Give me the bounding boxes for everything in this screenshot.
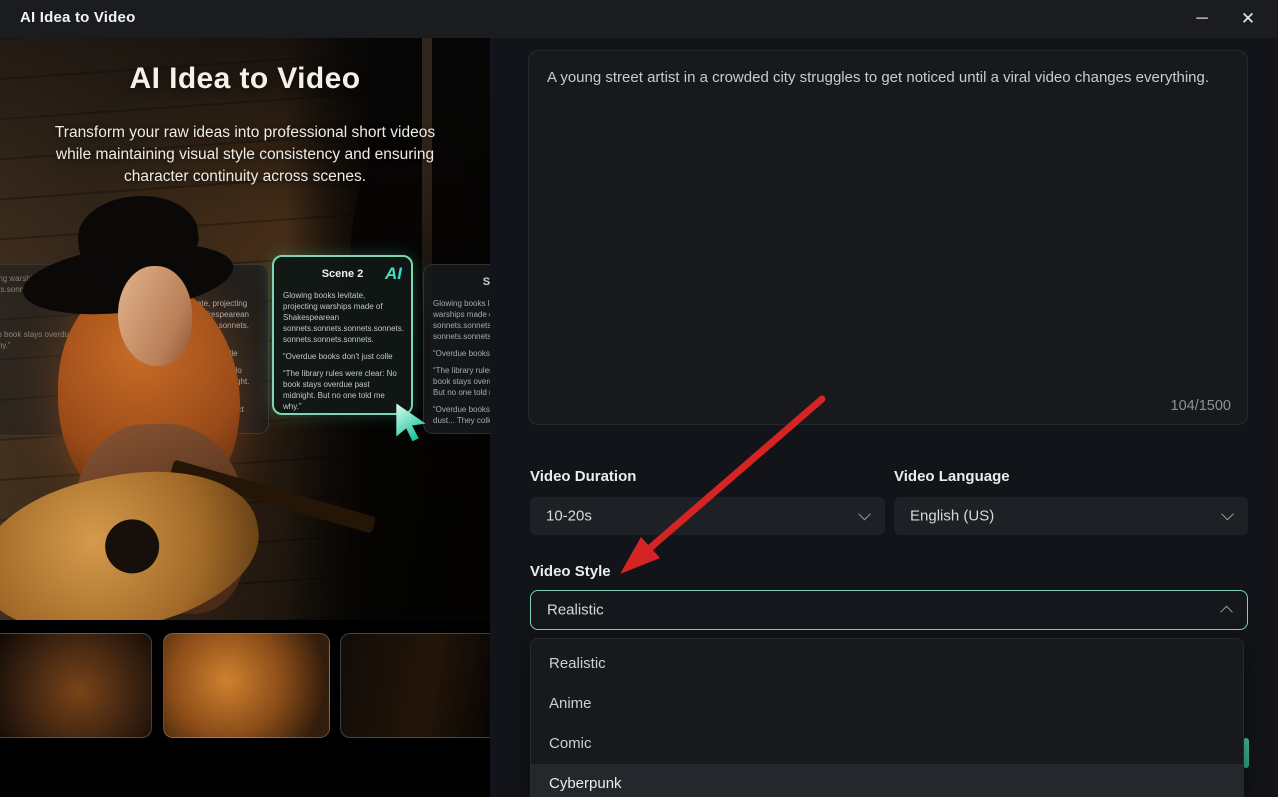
hero-subtitle: Transform your raw ideas into profession… xyxy=(54,124,436,185)
video-duration-select[interactable]: 10-20s xyxy=(530,497,885,535)
scene-card-2-selected[interactable]: AI Scene 2 Glowing books levitate, proje… xyxy=(272,255,413,415)
preview-thumbnail-3[interactable] xyxy=(340,633,490,738)
dropdown-option-anime[interactable]: Anime xyxy=(531,684,1243,724)
face-art xyxy=(118,266,192,366)
close-button[interactable]: ✕ xyxy=(1226,0,1270,38)
dropdown-option-comic[interactable]: Comic xyxy=(531,724,1243,764)
cursor-arrow-icon xyxy=(396,403,426,442)
scene-text: Glowing books levitate, projecting warsh… xyxy=(283,291,404,345)
chevron-up-icon xyxy=(1220,605,1233,619)
app-window: AI Idea to Video ─ ✕ Glowing books levit… xyxy=(0,0,1278,797)
video-duration-value: 10-20s xyxy=(546,507,592,525)
scene-text: “The library rules were clear: No book s… xyxy=(433,366,490,398)
chevron-down-icon xyxy=(1221,507,1234,521)
video-style-label: Video Style xyxy=(530,563,611,580)
video-language-value: English (US) xyxy=(910,507,995,525)
video-language-label: Video Language xyxy=(894,468,1010,485)
woman-figure-art xyxy=(0,188,377,620)
close-icon: ✕ xyxy=(1240,9,1256,28)
ai-badge: AI xyxy=(385,262,402,285)
scene-card-3[interactable]: Scene Glowing books levitate, projecting… xyxy=(423,264,490,434)
dropdown-option-cyberpunk[interactable]: Cyberpunk xyxy=(531,764,1243,797)
hero-text-block: AI Idea to Video Transform your raw idea… xyxy=(0,62,490,188)
dropdown-option-realistic[interactable]: Realistic xyxy=(531,644,1243,684)
video-duration-label: Video Duration xyxy=(530,468,637,485)
form-panel: A young street artist in a crowded city … xyxy=(490,38,1278,797)
video-language-select[interactable]: English (US) xyxy=(894,497,1248,535)
video-style-dropdown: Realistic Anime Comic Cyberpunk xyxy=(530,638,1244,797)
video-style-value: Realistic xyxy=(547,601,604,619)
hero-panel: Glowing books levitate, projecting warsh… xyxy=(0,38,490,797)
chevron-down-icon xyxy=(858,507,871,521)
scene-text: “Overdue books don't just colle xyxy=(433,349,490,359)
window-title: AI Idea to Video xyxy=(20,9,136,26)
scene-text: “Overdue books don't just collect dust..… xyxy=(433,405,490,426)
scene-text: Glowing books levitate, projecting warsh… xyxy=(433,299,490,342)
preview-thumbnail-1[interactable] xyxy=(0,633,152,738)
preview-thumbnail-2[interactable] xyxy=(163,633,330,738)
prompt-textarea[interactable]: A young street artist in a crowded city … xyxy=(528,50,1248,425)
hero-title: AI Idea to Video xyxy=(129,62,361,95)
prompt-text: A young street artist in a crowded city … xyxy=(547,69,1210,86)
video-style-select[interactable]: Realistic xyxy=(530,590,1248,630)
scene-text: “The library rules were clear: No book s… xyxy=(283,369,397,412)
titlebar: AI Idea to Video ─ ✕ xyxy=(0,0,1278,38)
scene-text: “Overdue books don't just colle xyxy=(283,352,393,362)
char-count: 104/1500 xyxy=(1170,398,1231,414)
scene-card-title: Scene xyxy=(482,276,490,288)
minimize-button[interactable]: ─ xyxy=(1180,0,1224,38)
minimize-icon: ─ xyxy=(1196,10,1208,27)
guitar-soundhole-art xyxy=(100,514,164,579)
hero-photo: Glowing books levitate, projecting warsh… xyxy=(0,38,490,620)
